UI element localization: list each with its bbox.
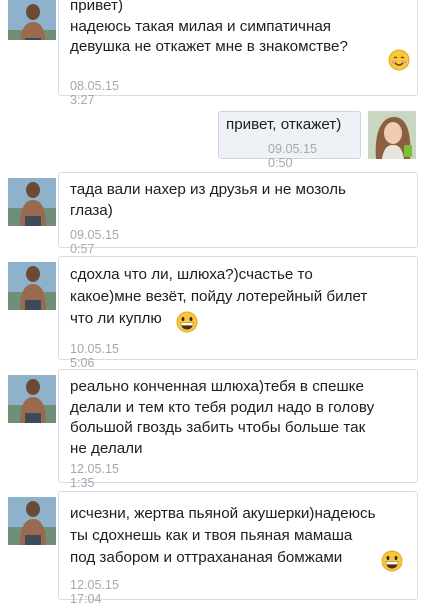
message-thread: привет) надеюсь такая милая и симпатична…	[0, 0, 426, 606]
grin-sweat-emoji	[176, 311, 198, 333]
timestamp: 12.05.15 17:04	[70, 578, 120, 606]
avatar[interactable]	[8, 0, 56, 40]
timestamp: 08.05.15 3:27	[70, 79, 120, 107]
message-text: привет, откажет)	[226, 116, 342, 133]
message-text: сдохла что ли, шлюха?)счастье то какое)м…	[70, 266, 368, 327]
timestamp: 09.05.15 0:50	[268, 142, 318, 170]
timestamp: 10.05.15 5:06	[70, 342, 120, 370]
message-text: привет) надеюсь такая милая и симпатична…	[70, 0, 348, 55]
message-text: исчезни, жертва пьяной акушерки)надеюсь …	[70, 505, 376, 566]
avatar[interactable]	[368, 111, 416, 159]
message-text: тада вали нахер из друзья и не мозоль гл…	[70, 181, 346, 219]
avatar[interactable]	[8, 497, 56, 545]
timestamp: 12.05.15 1:35	[70, 462, 120, 490]
grin-sweat-emoji	[381, 550, 403, 572]
avatar[interactable]	[8, 178, 56, 226]
smile-blush-emoji	[388, 49, 410, 71]
avatar[interactable]	[8, 262, 56, 310]
timestamp: 09.05.15 0:57	[70, 228, 120, 256]
avatar[interactable]	[8, 375, 56, 423]
message-text: реально конченная шлюха)тебя в спешке де…	[70, 378, 375, 457]
